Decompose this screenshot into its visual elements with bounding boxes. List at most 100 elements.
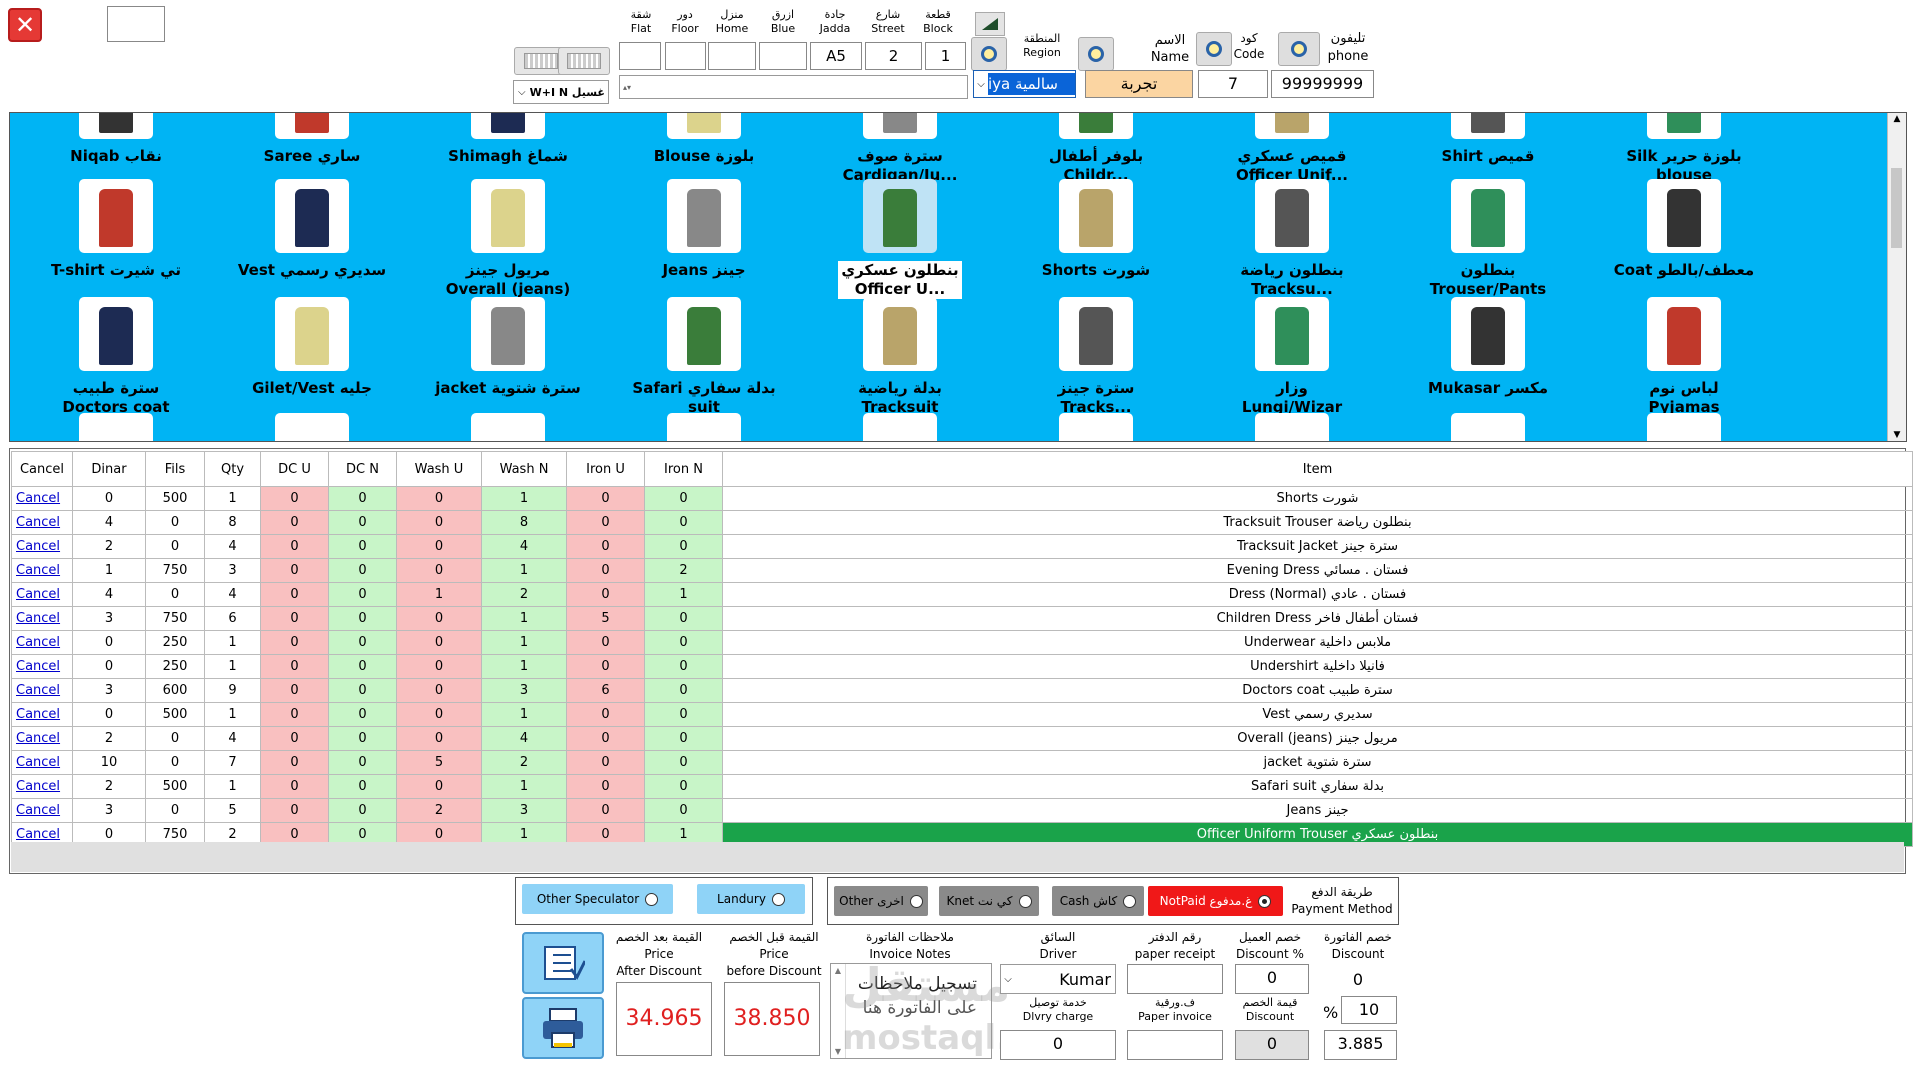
grid-cell[interactable]: 0 [396, 558, 482, 583]
grid-cell[interactable]: 4 [72, 582, 146, 607]
grid-cell[interactable]: 0 [260, 750, 329, 775]
grid-cell[interactable]: 0 [644, 798, 723, 823]
cancel-link[interactable]: Cancel [16, 707, 60, 722]
grid-cell[interactable]: 4 [204, 534, 261, 559]
grid-cell[interactable]: 0 [644, 702, 723, 727]
garment-image[interactable] [667, 413, 741, 441]
catalog-item[interactable]: Mukasar مكسر [1393, 297, 1583, 398]
floor-input[interactable] [665, 42, 706, 70]
grid-cell[interactable]: 0 [644, 606, 723, 631]
catalog-item[interactable]: بنطلون رياضة Tracksu... [1197, 179, 1387, 299]
garment-image[interactable] [1255, 413, 1329, 441]
grid-cell[interactable]: 0 [396, 510, 482, 535]
grid-cell[interactable]: 1 [481, 606, 567, 631]
grid-cell[interactable]: 0 [328, 606, 397, 631]
code-input[interactable]: 7 [1198, 70, 1268, 98]
grid-cell[interactable]: 1 [481, 558, 567, 583]
grid-cell[interactable]: 2 [396, 798, 482, 823]
grid-cell[interactable]: 500 [145, 486, 205, 511]
grid-cell[interactable]: 4 [204, 582, 261, 607]
grid-cell[interactable]: 1 [481, 702, 567, 727]
street-input[interactable]: 2 [865, 42, 922, 70]
grid-cell[interactable]: 0 [72, 486, 146, 511]
grid-cell[interactable]: 2 [644, 558, 723, 583]
grid-cell[interactable]: 0 [566, 630, 645, 655]
region-search-button[interactable] [971, 37, 1007, 71]
grid-cell[interactable]: 0 [566, 558, 645, 583]
grid-cell[interactable]: 6 [566, 678, 645, 703]
grid-cell[interactable]: 500 [145, 702, 205, 727]
grid-cell[interactable]: 0 [328, 726, 397, 751]
grid-cell[interactable]: 8 [481, 510, 567, 535]
grid-cell[interactable]: 1 [72, 558, 146, 583]
grid-cell[interactable]: 3 [72, 678, 146, 703]
grid-cell[interactable]: 1 [204, 774, 261, 799]
catalog-item[interactable]: Gilet/Vest جليه [217, 297, 407, 398]
cancel-link[interactable]: Cancel [16, 827, 60, 842]
grid-cell[interactable]: 0 [328, 798, 397, 823]
grid-cell[interactable]: 10 [72, 750, 146, 775]
grid-cell[interactable]: 0 [145, 510, 205, 535]
table-row[interactable]: Cancel 0 250 1 0 0 0 1 0 0 Underwear ملابس داخلية [11, 630, 1913, 655]
catalog-item[interactable]: سترة صوف Cardigan/Ju... [805, 113, 995, 185]
other-speculator-radio[interactable]: Other Speculator [522, 884, 673, 914]
catalog-scrollbar[interactable]: ▲ ▼ [1887, 113, 1906, 441]
discount-value-input[interactable]: 0 [1235, 1030, 1309, 1060]
grid-cell[interactable]: 0 [566, 750, 645, 775]
grid-cell[interactable]: 0 [328, 534, 397, 559]
grid-cell[interactable]: 0 [260, 726, 329, 751]
grid-cell[interactable]: 0 [644, 510, 723, 535]
grid-cell[interactable]: 5 [396, 750, 482, 775]
cancel-link[interactable]: Cancel [16, 515, 60, 530]
grid-cell[interactable]: 0 [260, 558, 329, 583]
keyboard-button-2[interactable] [558, 47, 610, 75]
grid-cell[interactable]: 750 [145, 558, 205, 583]
grid-cell[interactable]: 500 [145, 774, 205, 799]
table-row[interactable]: Cancel 10 0 7 0 0 5 2 0 0 jacket سترة شتوية [11, 750, 1913, 775]
catalog-item[interactable]: قميص عسكري Officer Unif... [1197, 113, 1387, 185]
grid-cell[interactable]: 3 [481, 678, 567, 703]
grid-cell[interactable]: 0 [260, 486, 329, 511]
grid-cell[interactable]: 4 [72, 510, 146, 535]
catalog-item[interactable]: بدلة رياضية Tracksuit [805, 297, 995, 417]
grid-cell[interactable]: 0 [328, 702, 397, 727]
grid-cell[interactable]: 0 [328, 654, 397, 679]
catalog-item[interactable]: سترة طبيب Doctors coat [21, 297, 211, 417]
grid-cell[interactable]: 3 [481, 798, 567, 823]
garment-image[interactable] [863, 413, 937, 441]
grid-cell[interactable]: 7 [204, 750, 261, 775]
region-select[interactable]: ⌵ iya سالمية [973, 70, 1076, 98]
code-search-button[interactable] [1196, 32, 1232, 66]
cancel-link[interactable]: Cancel [16, 611, 60, 626]
grid-cell[interactable]: 8 [204, 510, 261, 535]
cancel-link[interactable]: Cancel [16, 755, 60, 770]
cancel-link[interactable]: Cancel [16, 779, 60, 794]
catalog-item[interactable]: بنطلون عسكري Officer U... [805, 179, 995, 299]
garment-image[interactable] [275, 413, 349, 441]
cancel-link[interactable]: Cancel [16, 731, 60, 746]
grid-cell[interactable]: 0 [145, 726, 205, 751]
grid-cell[interactable]: 0 [566, 702, 645, 727]
garment-image[interactable] [1059, 413, 1133, 441]
table-row[interactable]: Cancel 0 250 1 0 0 0 1 0 0 Undershirt فانيلا داخلي… [11, 654, 1913, 679]
catalog-item[interactable]: T-shirt تي شيرت [21, 179, 211, 280]
expand-button[interactable] [975, 12, 1005, 36]
garment-image[interactable] [1647, 413, 1721, 441]
driver-select[interactable]: ⌵ Kumar [1000, 964, 1116, 994]
grid-cell[interactable]: 0 [72, 630, 146, 655]
grid-cell[interactable]: 0 [260, 606, 329, 631]
grid-cell[interactable]: 4 [481, 534, 567, 559]
table-row[interactable]: Cancel 2 500 1 0 0 0 1 0 0 Safari suit بدلة سفاري [11, 774, 1913, 799]
catalog-item[interactable]: بنطلون Trouser/Pants [1393, 179, 1583, 299]
catalog-item[interactable]: Niqab نقاب [21, 113, 211, 166]
catalog-item[interactable]: لباس نوم Pyjamas [1589, 297, 1779, 417]
grid-cell[interactable]: 0 [396, 534, 482, 559]
catalog-item[interactable]: Silk بلوزة حرير blouse [1589, 113, 1779, 185]
grid-cell[interactable]: 0 [260, 678, 329, 703]
grid-cell[interactable]: 3 [204, 558, 261, 583]
notes-button[interactable] [522, 932, 604, 994]
flat-input[interactable] [619, 42, 661, 70]
grid-cell[interactable]: 600 [145, 678, 205, 703]
grid-cell[interactable]: 0 [566, 798, 645, 823]
cancel-link[interactable]: Cancel [16, 491, 60, 506]
